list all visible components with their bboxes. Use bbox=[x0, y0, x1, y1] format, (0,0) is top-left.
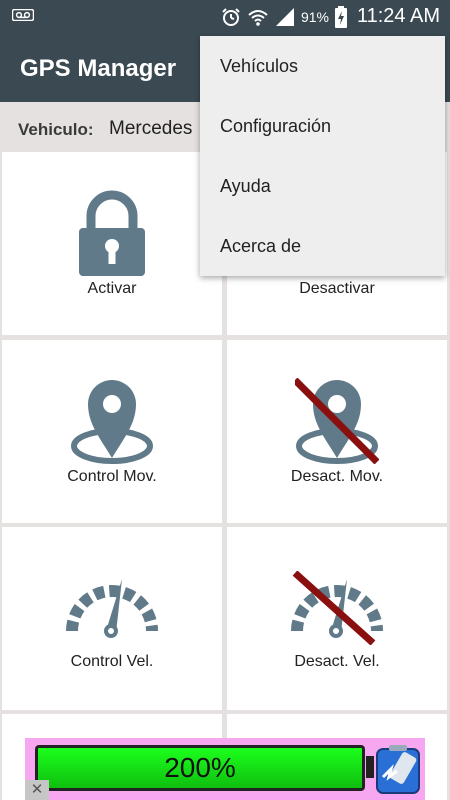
ad-banner[interactable]: 200% bbox=[25, 738, 425, 800]
alarm-icon bbox=[222, 7, 240, 26]
vehicle-label: Vehiculo: bbox=[18, 120, 94, 139]
speedometer-disabled-icon bbox=[291, 571, 383, 645]
ad-battery-graphic: 200% bbox=[35, 745, 365, 791]
menu-item-ayuda[interactable]: Ayuda bbox=[200, 156, 445, 216]
control-mov-button[interactable]: Control Mov. bbox=[2, 340, 222, 523]
app-title: GPS Manager bbox=[20, 55, 177, 82]
menu-item-configuracion[interactable]: Configuración bbox=[200, 96, 445, 156]
overflow-menu: Vehículos Configuración Ayuda Acerca de bbox=[200, 36, 445, 276]
speedometer-icon bbox=[66, 579, 158, 638]
control-mov-label: Control Mov. bbox=[67, 468, 157, 485]
desact-mov-button[interactable]: Desact. Mov. bbox=[227, 340, 447, 523]
battery-app-icon bbox=[376, 745, 420, 794]
control-vel-label: Control Vel. bbox=[70, 653, 154, 670]
desactivar-label: Desactivar bbox=[299, 280, 375, 297]
menu-item-acerca-de[interactable]: Acerca de bbox=[200, 216, 445, 276]
desact-vel-label: Desact. Vel. bbox=[294, 653, 380, 670]
ad-close-button[interactable]: ✕ bbox=[25, 780, 49, 800]
desact-mov-label: Desact. Mov. bbox=[290, 468, 384, 485]
clock: 11:24 AM bbox=[356, 5, 440, 27]
control-vel-button[interactable]: Control Vel. bbox=[2, 527, 222, 710]
vehicle-value[interactable]: Mercedes bbox=[109, 118, 192, 140]
activar-button[interactable]: Activar bbox=[2, 152, 222, 335]
voicemail-icon bbox=[12, 9, 34, 21]
ad-battery-text: 200% bbox=[164, 752, 236, 783]
menu-item-vehiculos[interactable]: Vehículos bbox=[200, 36, 445, 96]
wifi-icon bbox=[248, 9, 268, 26]
status-bar: 91% 11:24 AM bbox=[0, 0, 450, 33]
ad-battery-tip bbox=[366, 756, 374, 778]
lock-icon bbox=[79, 190, 145, 276]
activar-label: Activar bbox=[87, 280, 137, 297]
battery-charging-icon bbox=[334, 5, 347, 28]
battery-percent: 91% bbox=[300, 8, 329, 25]
desact-vel-button[interactable]: Desact. Vel. bbox=[227, 527, 447, 710]
signal-icon bbox=[275, 7, 294, 26]
location-pin-disabled-icon bbox=[295, 378, 379, 464]
location-pin-icon bbox=[71, 380, 153, 464]
